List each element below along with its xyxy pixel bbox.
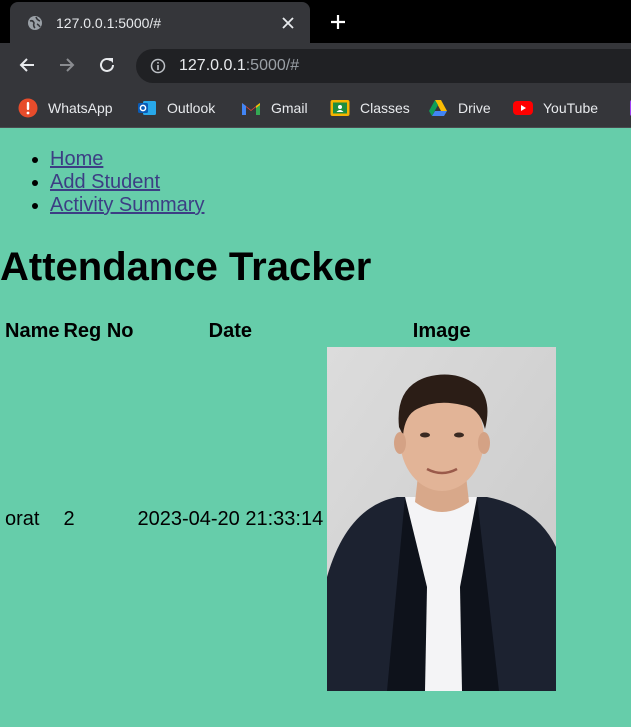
bookmark-outlook[interactable]: Outlook [137,96,215,120]
column-header-reg-no: Reg No [63,320,134,342]
bookmark-drive[interactable]: Drive [428,96,491,120]
cell-name: orat [5,507,40,530]
arrow-left-icon [19,58,34,72]
attendance-table-wrap: Name Reg No Date Image orat 2 2023-04-20… [2,317,559,694]
page-content: Home Add Student Activity Summary Attend… [0,128,631,727]
address-url: 127.0.0.1:5000/# [179,57,299,75]
address-bar[interactable]: 127.0.0.1:5000/# [136,49,631,83]
outlook-icon [137,98,157,118]
reload-icon [100,57,114,72]
tab-strip: 127.0.0.1:5000/# [0,0,631,43]
activity-summary-link[interactable]: Activity Summary [50,194,204,216]
nav-item-home: Home [50,148,204,171]
bookmark-youtube[interactable]: YouTube [513,96,598,120]
tab-title: 127.0.0.1:5000/# [56,14,162,31]
cell-reg-no: 2 [63,507,75,530]
nav-item-add-student: Add Student [50,171,204,194]
bookmark-label: Gmail [271,100,308,116]
bookmark-overflow[interactable] [624,96,631,120]
back-button[interactable] [15,53,39,77]
cell-image [326,346,557,692]
info-icon[interactable] [149,57,167,75]
browser-tab[interactable]: 127.0.0.1:5000/# [10,2,310,43]
browser-toolbar: 127.0.0.1:5000/# [0,43,631,88]
table-header-row: Name Reg No Date Image [4,319,557,344]
bookmark-label: Outlook [167,100,216,116]
forward-button[interactable] [55,53,79,77]
url-path: :5000/# [245,57,300,74]
bookmark-label: Classes [360,100,410,116]
student-photo [327,347,557,691]
bookmark-label: YouTube [543,100,599,116]
bookmark-classes[interactable]: Classes [330,96,410,120]
reload-button[interactable] [95,53,119,77]
plus-icon [331,15,345,29]
bookmark-label: WhatsApp [48,100,113,116]
url-host: 127.0.0.1 [179,57,246,74]
add-student-link[interactable]: Add Student [50,171,160,193]
bookmark-whatsapp[interactable]: WhatsApp [18,96,113,120]
column-header-image: Image [412,320,471,342]
nav-item-activity-summary: Activity Summary [50,194,204,217]
nav-menu: Home Add Student Activity Summary [0,148,204,217]
close-tab-icon[interactable] [278,13,298,33]
home-link[interactable]: Home [50,148,103,170]
table-row: orat 2 2023-04-20 21:33:14 [4,346,557,692]
column-header-date: Date [208,320,253,342]
classroom-icon [330,98,350,118]
bookmark-partial-icon [624,98,631,118]
bookmark-label: Drive [458,100,491,116]
gmail-icon [241,98,261,118]
cell-date: 2023-04-20 21:33:14 [137,507,324,530]
globe-icon [25,13,45,33]
attendance-table: Name Reg No Date Image orat 2 2023-04-20… [2,317,559,694]
column-header-name: Name [5,320,60,342]
bookmarks-bar: WhatsApp Outlook Gmail Classes Drive You… [0,88,631,128]
arrow-right-icon [60,58,75,72]
bookmark-gmail[interactable]: Gmail [241,96,308,120]
whatsapp-icon [18,98,38,118]
new-tab-button[interactable] [326,10,350,34]
youtube-icon [513,98,533,118]
drive-icon [428,98,448,118]
page-title: Attendance Tracker [0,245,372,289]
